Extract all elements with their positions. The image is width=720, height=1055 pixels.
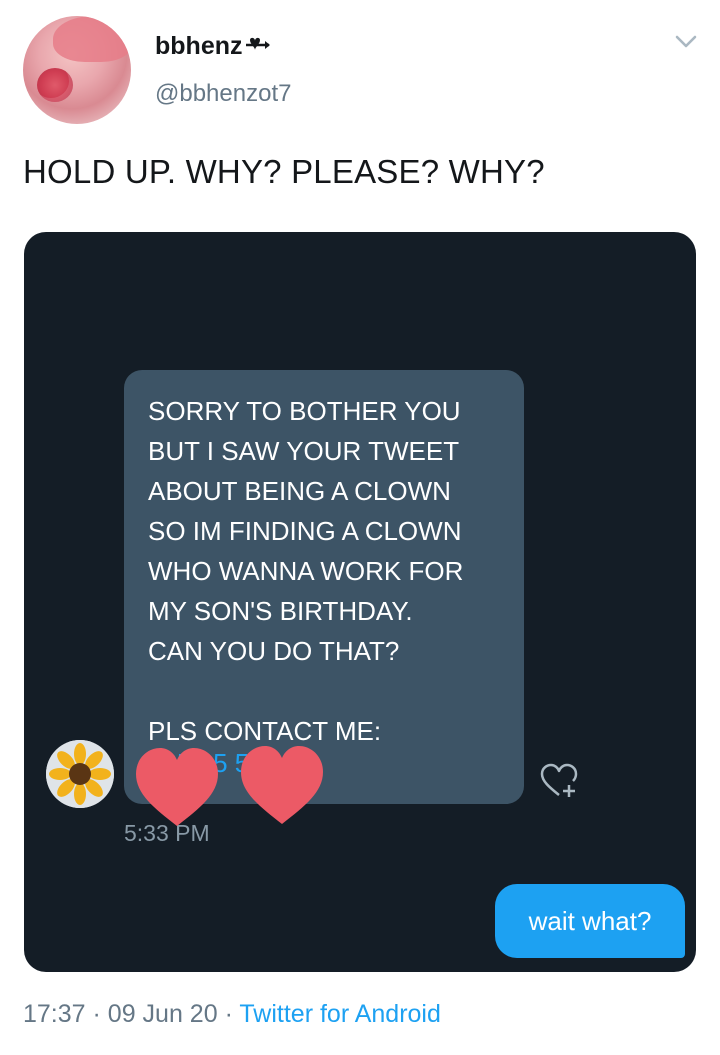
- message-line: CAN YOU DO THAT?: [148, 636, 400, 666]
- avatar-rose: [37, 68, 73, 102]
- heart-add-icon[interactable]: [539, 763, 579, 799]
- outgoing-message-bubble: wait what?: [495, 884, 685, 958]
- message-line: MY SON'S BIRTHDAY.: [148, 596, 413, 626]
- sender-avatar: [46, 740, 114, 808]
- message-line: ABOUT BEING A CLOWN: [148, 476, 451, 506]
- tweet-time: 17:37: [23, 1000, 86, 1028]
- sunflower-icon: [46, 740, 114, 808]
- display-name-text: bbhenz: [155, 32, 243, 60]
- avatar-hair: [53, 16, 131, 62]
- meta-separator: ·: [224, 1000, 233, 1028]
- author-handle[interactable]: @bbhenzot7: [155, 80, 291, 108]
- message-line: SORRY TO BOTHER YOU: [148, 396, 461, 426]
- heart-arrow-emoji-icon: [245, 37, 270, 50]
- tweet-meta: 17:37 · 09 Jun 20 · Twitter for Android: [23, 1000, 441, 1029]
- author-display-name[interactable]: bbhenz: [155, 32, 271, 61]
- tweet-image[interactable]: SORRY TO BOTHER YOU BUT I SAW YOUR TWEET…: [24, 232, 696, 972]
- meta-separator: ·: [92, 1000, 101, 1028]
- chevron-down-icon[interactable]: [674, 34, 698, 50]
- redaction-heart-icon: [241, 746, 323, 824]
- incoming-message-bubble: SORRY TO BOTHER YOU BUT I SAW YOUR TWEET…: [124, 370, 524, 804]
- tweet-date: 09 Jun 20: [107, 1000, 218, 1028]
- message-line: BUT I SAW YOUR TWEET: [148, 436, 460, 466]
- author-avatar[interactable]: [23, 16, 131, 124]
- message-line: WHO WANNA WORK FOR: [148, 556, 464, 586]
- tweet-text: HOLD UP. WHY? PLEASE? WHY?: [23, 153, 545, 190]
- message-line: SO IM FINDING A CLOWN: [148, 516, 462, 546]
- redaction-heart-icon: [136, 748, 218, 826]
- tweet-source-link[interactable]: Twitter for Android: [239, 1000, 440, 1028]
